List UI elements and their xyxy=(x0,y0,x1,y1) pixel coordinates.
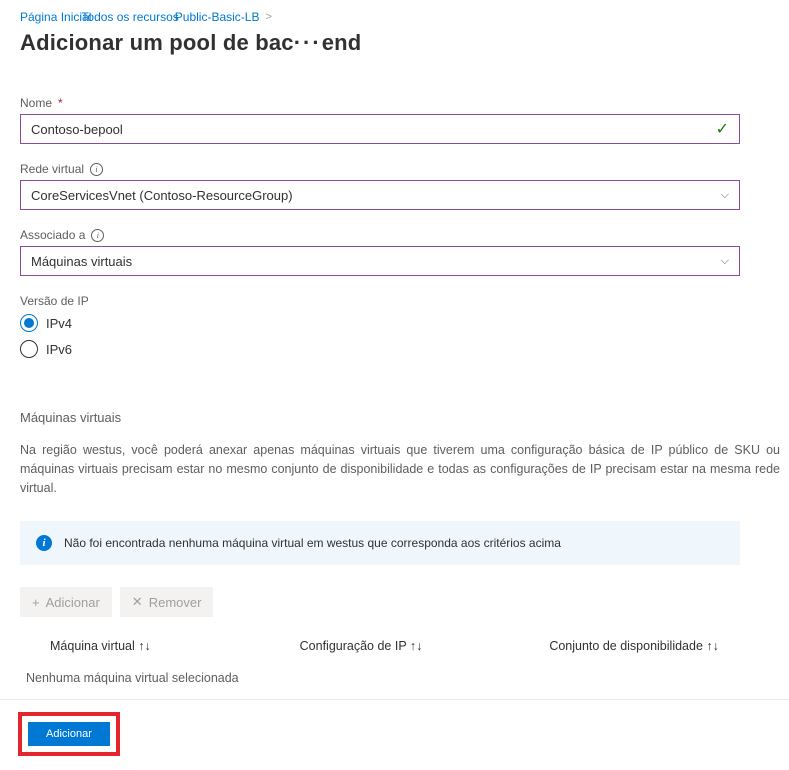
field-ipversion: Versão de IP IPv4 IPv6 xyxy=(20,294,769,358)
required-icon: * xyxy=(58,96,63,110)
label-vnet: Rede virtual i xyxy=(20,162,769,176)
radio-ipv6[interactable]: IPv6 xyxy=(20,340,769,358)
col-avset[interactable]: Conjunto de disponibilidade ↑↓ xyxy=(549,639,769,653)
label-ipversion: Versão de IP xyxy=(20,294,769,308)
name-input[interactable]: Contoso-bepool ✓ xyxy=(20,114,740,144)
vnet-select[interactable]: CoreServicesVnet (Contoso-ResourceGroup)… xyxy=(20,180,740,210)
vm-section-title: Máquinas virtuais xyxy=(20,410,769,425)
highlight-box: Adicionar xyxy=(18,712,120,756)
breadcrumb-resource[interactable]: Public-Basic-LB xyxy=(175,10,260,24)
radio-ipv4[interactable]: IPv4 xyxy=(20,314,769,332)
associated-select[interactable]: Máquinas virtuais ⌵ xyxy=(20,246,740,276)
footer: Adicionar xyxy=(0,700,789,768)
field-name: Nome * Contoso-bepool ✓ xyxy=(20,96,769,144)
banner-text: Não foi encontrada nenhuma máquina virtu… xyxy=(64,536,561,550)
plus-icon: + xyxy=(32,595,40,610)
checkmark-icon: ✓ xyxy=(716,119,729,139)
info-banner: i Não foi encontrada nenhuma máquina vir… xyxy=(20,521,740,565)
action-bar: + Adicionar ✕ Remover xyxy=(20,587,769,617)
breadcrumb: Página Inicial Todos os recursos Public-… xyxy=(20,10,769,24)
chevron-down-icon: ⌵ xyxy=(721,189,729,202)
info-icon[interactable]: i xyxy=(90,163,103,176)
field-vnet: Rede virtual i CoreServicesVnet (Contoso… xyxy=(20,162,769,210)
label-associated: Associado a i xyxy=(20,228,769,242)
close-icon: ✕ xyxy=(132,594,143,610)
vm-table-empty: Nenhuma máquina virtual selecionada xyxy=(20,665,769,699)
col-vm[interactable]: Máquina virtual ↑↓ xyxy=(50,639,300,653)
vm-section-description: Na região westus, você poderá anexar ape… xyxy=(20,441,780,497)
chevron-right-icon: > xyxy=(265,11,271,23)
info-icon[interactable]: i xyxy=(91,229,104,242)
field-associated: Associado a i Máquinas virtuais ⌵ xyxy=(20,228,769,276)
add-vm-button[interactable]: + Adicionar xyxy=(20,587,112,617)
add-button[interactable]: Adicionar xyxy=(28,722,110,746)
col-ipconfig[interactable]: Configuração de IP ↑↓ xyxy=(300,639,550,653)
chevron-down-icon: ⌵ xyxy=(721,255,729,268)
label-name: Nome * xyxy=(20,96,769,110)
info-icon: i xyxy=(36,535,52,551)
radio-icon xyxy=(20,340,38,358)
breadcrumb-all-resources[interactable]: Todos os recursos xyxy=(81,10,178,24)
page-title: Adicionar um pool de bac···end xyxy=(20,30,769,56)
vm-table-header: Máquina virtual ↑↓ Configuração de IP ↑↓… xyxy=(20,639,769,665)
radio-icon-checked xyxy=(20,314,38,332)
remove-vm-button[interactable]: ✕ Remover xyxy=(120,587,214,617)
